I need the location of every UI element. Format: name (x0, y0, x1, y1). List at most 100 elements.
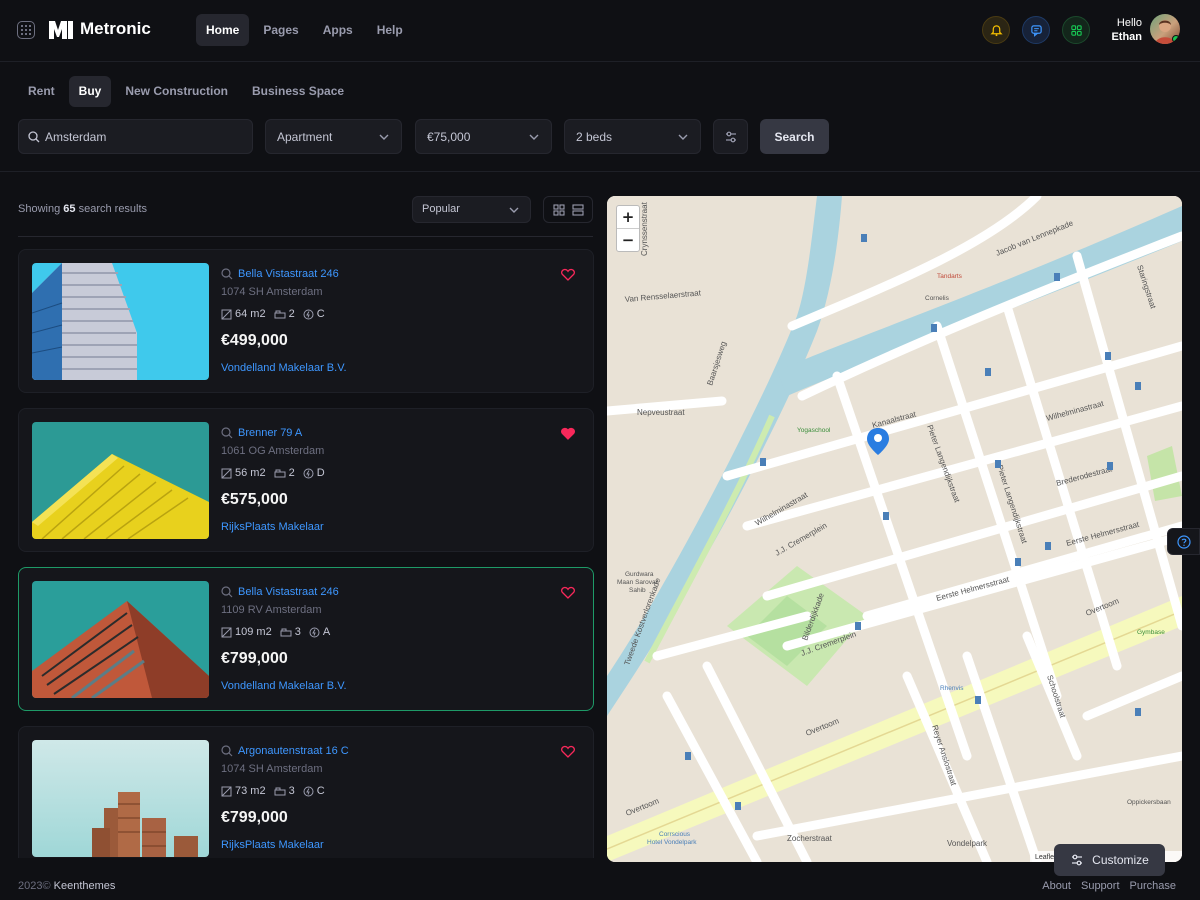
listing-beds: 2 (288, 308, 295, 320)
svg-text:Gurdwara: Gurdwara (625, 571, 654, 578)
property-type-select[interactable]: Apartment (265, 119, 402, 154)
search-icon (221, 427, 233, 439)
avatar[interactable] (1150, 14, 1180, 44)
apps-icon[interactable] (1062, 16, 1090, 44)
search-button[interactable]: Search (760, 119, 829, 154)
energy-label-icon (303, 309, 314, 319)
search-icon (221, 745, 233, 757)
nav-apps[interactable]: Apps (313, 14, 363, 46)
nav-help[interactable]: Help (367, 14, 413, 46)
property-map[interactable]: Jacob van Lennepkade Van Rensselaerstraa… (607, 196, 1182, 862)
grid-view-icon[interactable] (552, 203, 565, 216)
listing-price: €499,000 (221, 332, 288, 349)
chat-icon[interactable] (1022, 16, 1050, 44)
chevron-down-icon (529, 134, 539, 140)
list-view-icon[interactable] (571, 203, 584, 216)
listing-title[interactable]: Argonautenstraat 16 C (221, 745, 349, 757)
location-search-input[interactable]: Amsterdam (18, 119, 253, 154)
advanced-filter-button[interactable] (713, 119, 748, 154)
listing-beds: 3 (294, 626, 301, 638)
listing-title[interactable]: Bella Vistastraat 246 (221, 586, 339, 598)
section-divider (0, 171, 1200, 172)
listing-title-text: Argonautenstraat 16 C (238, 745, 349, 757)
search-icon (221, 268, 233, 280)
favorite-heart-icon[interactable] (561, 745, 575, 758)
area-icon (221, 309, 232, 319)
listing-card-selected[interactable]: Bella Vistastraat 246 1109 RV Amsterdam … (18, 567, 594, 711)
favorite-heart-icon[interactable] (561, 268, 575, 281)
listing-address: 1061 OG Amsterdam (221, 445, 325, 457)
listing-address: 1074 SH Amsterdam (221, 286, 323, 298)
listing-address: 1109 RV Amsterdam (221, 604, 322, 616)
nav-home[interactable]: Home (196, 14, 250, 46)
notification-icon[interactable] (982, 16, 1010, 44)
listing-area: 109 m2 (235, 626, 272, 638)
zoom-in-button[interactable]: + (617, 206, 639, 229)
brand-name: Metronic (80, 19, 151, 38)
area-icon (221, 468, 232, 478)
listing-agent-link[interactable]: RijksPlaats Makelaar (221, 839, 324, 851)
listing-energy: A (322, 626, 331, 638)
favorite-heart-icon[interactable] (561, 586, 575, 599)
tab-buy[interactable]: Buy (68, 76, 112, 107)
energy-label-icon (309, 627, 320, 637)
listing-type-tabs: Rent Buy New Construction Business Space (18, 76, 354, 107)
results-count: Showing 65 search results (18, 203, 147, 215)
svg-text:Corrscious: Corrscious (659, 831, 691, 838)
brand-logo[interactable]: Metronic (48, 18, 151, 40)
footer-link-purchase[interactable]: Purchase (1130, 880, 1176, 892)
listing-card[interactable]: Brenner 79 A 1061 OG Amsterdam 56 m2 2 D… (18, 408, 594, 552)
tab-new-construction[interactable]: New Construction (115, 76, 238, 107)
help-tab-button[interactable] (1167, 528, 1200, 555)
svg-text:Cornelis: Cornelis (925, 295, 950, 302)
sort-value: Popular (422, 203, 460, 215)
listing-energy: D (316, 467, 325, 479)
greeting-text: Hello (1116, 17, 1142, 29)
beds-value: 2 beds (576, 129, 613, 144)
listing-title-text: Bella Vistastraat 246 (238, 268, 339, 280)
listing-agent-link[interactable]: Vondelland Makelaar B.V. (221, 362, 347, 374)
beds-select[interactable]: 2 beds (564, 119, 701, 154)
footer-link-about[interactable]: About (1042, 880, 1071, 892)
listing-agent-link[interactable]: RijksPlaats Makelaar (221, 521, 324, 533)
listing-title[interactable]: Brenner 79 A (221, 427, 302, 439)
bed-icon (280, 628, 292, 636)
search-icon (221, 586, 233, 598)
svg-text:Gymbase: Gymbase (1137, 629, 1165, 636)
zoom-out-button[interactable]: − (617, 229, 639, 251)
user-name: Ethan (1111, 31, 1142, 43)
nav-pages[interactable]: Pages (253, 14, 308, 46)
price-value: €75,000 (427, 129, 471, 144)
footer-link-support[interactable]: Support (1081, 880, 1120, 892)
tab-business-space[interactable]: Business Space (242, 76, 354, 107)
listing-agent-link[interactable]: Vondelland Makelaar B.V. (221, 680, 347, 692)
listing-area: 56 m2 (235, 467, 266, 479)
customize-button[interactable]: Customize (1054, 844, 1165, 876)
listing-features: 64 m2 2 C (221, 308, 325, 320)
results-number: 65 (63, 203, 76, 215)
tab-rent[interactable]: Rent (18, 76, 65, 107)
results-separator (18, 236, 593, 237)
svg-text:Sahib: Sahib (629, 587, 646, 594)
energy-label-icon (303, 468, 314, 478)
listing-price: €799,000 (221, 809, 288, 826)
map-zoom-control: + − (616, 205, 640, 252)
listing-title[interactable]: Bella Vistastraat 246 (221, 268, 339, 280)
chevron-down-icon (379, 134, 389, 140)
sort-select[interactable]: Popular (412, 196, 531, 223)
price-select[interactable]: €75,000 (415, 119, 552, 154)
listing-card[interactable]: Argonautenstraat 16 C 1074 SH Amsterdam … (18, 726, 594, 858)
footer-company-link[interactable]: Keenthemes (54, 880, 116, 892)
results-suffix: search results (78, 203, 148, 215)
svg-text:Rhenvis: Rhenvis (940, 685, 964, 692)
svg-text:Nepveustraat: Nepveustraat (637, 408, 685, 417)
view-toggle (543, 196, 593, 223)
metronic-logo-icon (49, 21, 73, 39)
listing-title-text: Brenner 79 A (238, 427, 303, 439)
listing-address: 1074 SH Amsterdam (221, 763, 323, 775)
listing-card[interactable]: Bella Vistastraat 246 1074 SH Amsterdam … (18, 249, 594, 393)
svg-text:Hotel Vondelpark: Hotel Vondelpark (647, 839, 697, 846)
favorite-heart-filled-icon[interactable] (561, 427, 575, 440)
footer-links: About Support Purchase (1042, 880, 1176, 892)
menu-grid-icon[interactable] (17, 21, 35, 39)
